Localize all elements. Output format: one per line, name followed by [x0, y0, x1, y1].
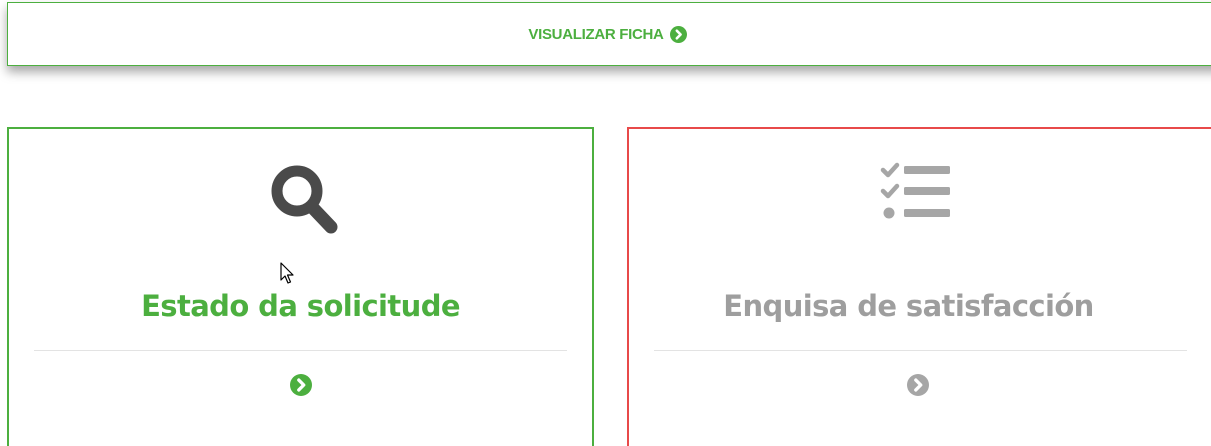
card-enquisa-satisfaccion[interactable]: Enquisa de satisfacción [627, 127, 1211, 446]
chevron-circle-right-icon[interactable] [907, 374, 929, 396]
mouse-cursor-icon [280, 262, 294, 284]
search-icon [271, 165, 338, 234]
chevron-circle-right-icon [669, 25, 687, 43]
card-title-estado[interactable]: Estado da solicitude [9, 289, 592, 323]
card-title-enquisa[interactable]: Enquisa de satisfacción [617, 289, 1200, 323]
divider [34, 350, 567, 351]
visualizar-ficha-bar: VISUALIZAR FICHA [7, 2, 1211, 66]
card-estado-solicitude[interactable]: Estado da solicitude [7, 127, 594, 446]
page: VISUALIZAR FICHA Estado da solicitude En… [0, 0, 1211, 446]
chevron-circle-right-icon[interactable] [290, 374, 312, 396]
visualizar-ficha-link[interactable]: VISUALIZAR FICHA [528, 25, 687, 43]
checklist-icon [880, 162, 950, 219]
visualizar-ficha-label: VISUALIZAR FICHA [528, 25, 664, 43]
divider [654, 350, 1187, 351]
